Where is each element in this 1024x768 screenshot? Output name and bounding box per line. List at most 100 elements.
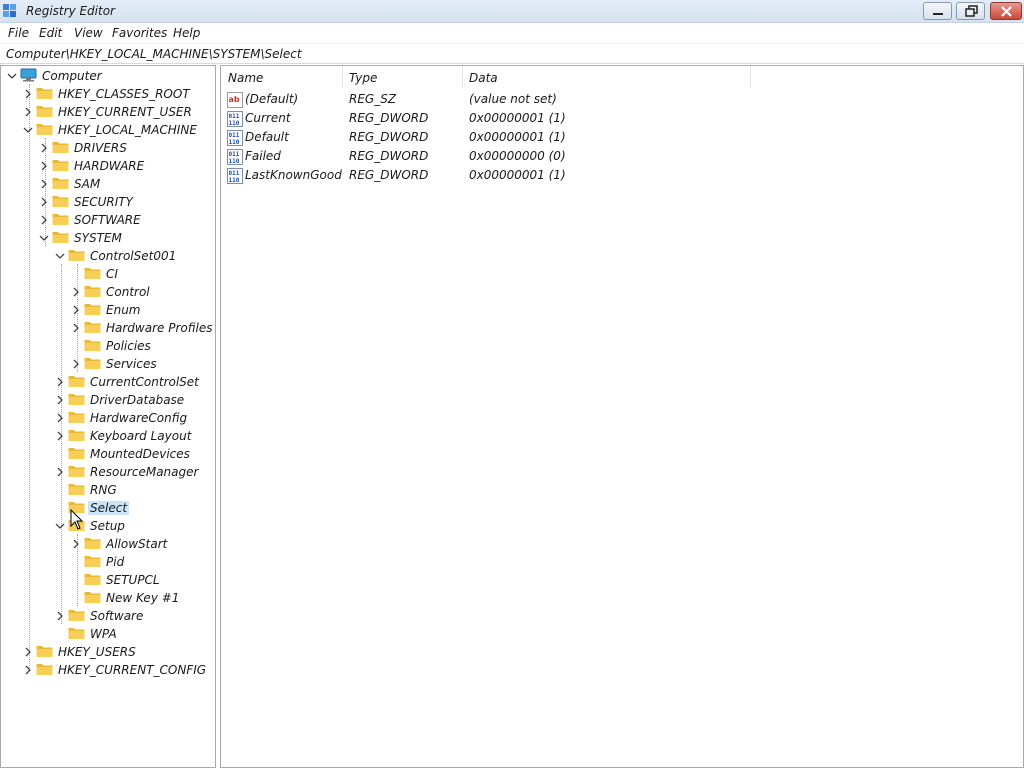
value-row[interactable]: 011 110 LastKnownGood REG_DWORD 0x00000001 (…: [225, 166, 745, 185]
value-row[interactable]: 011 110 Failed REG_DWORD 0x00000000 (0): [225, 147, 745, 166]
minimize-button[interactable]: [923, 2, 952, 20]
folder-icon: [36, 106, 53, 117]
tree-node[interactable]: Keyboard Layout: [1, 427, 215, 445]
tree-node[interactable]: Select: [1, 499, 215, 517]
chevron-right-icon[interactable]: [23, 664, 33, 676]
column-header-name[interactable]: Name: [221, 66, 343, 88]
tree-node[interactable]: SECURITY: [1, 193, 215, 211]
chevron-down-icon[interactable]: [55, 250, 65, 262]
key-tree-pane[interactable]: Computer HKEY_CLASSES_ROOT HKEY_CURRENT_US…: [0, 65, 216, 768]
tree-node-label: DriverDatabase: [90, 393, 185, 407]
tree-node[interactable]: HardwareConfig: [1, 409, 215, 427]
tree-node[interactable]: Setup: [1, 517, 215, 535]
tree-node[interactable]: CI: [1, 265, 215, 283]
folder-icon: [68, 430, 85, 441]
menu-file[interactable]: File: [8, 26, 29, 40]
value-data: 0x00000001 (1): [469, 168, 566, 182]
menu-help[interactable]: Help: [173, 26, 200, 40]
tree-node[interactable]: Control: [1, 283, 215, 301]
tree-node[interactable]: Computer: [1, 67, 215, 85]
chevron-right-icon[interactable]: [39, 196, 49, 208]
tree-node[interactable]: HARDWARE: [1, 157, 215, 175]
values-list-pane[interactable]: Name Type Data ab (Default) REG_SZ (value n…: [220, 65, 1024, 768]
svg-text:011: 011: [229, 113, 240, 120]
restore-button[interactable]: [956, 2, 985, 20]
tree-node[interactable]: ControlSet001: [1, 247, 215, 265]
column-header-type[interactable]: Type: [342, 66, 462, 88]
tree-node[interactable]: DriverDatabase: [1, 391, 215, 409]
chevron-right-icon[interactable]: [39, 142, 49, 154]
chevron-down-icon[interactable]: [23, 124, 33, 136]
svg-text:110: 110: [229, 177, 240, 184]
tree-node[interactable]: ResourceManager: [1, 463, 215, 481]
tree-node[interactable]: RNG: [1, 481, 215, 499]
title-bar[interactable]: Registry Editor: [0, 0, 1024, 23]
address-path[interactable]: Computer\HKEY_LOCAL_MACHINE\SYSTEM\Selec…: [6, 47, 302, 61]
chevron-down-icon[interactable]: [55, 520, 65, 532]
tree-node-label: HKEY_CLASSES_ROOT: [58, 87, 190, 101]
chevron-right-icon[interactable]: [55, 466, 65, 478]
binary-value-icon: 011110: [227, 149, 243, 165]
menu-edit[interactable]: Edit: [39, 26, 62, 40]
tree-node[interactable]: CurrentControlSet: [1, 373, 215, 391]
value-row[interactable]: ab (Default) REG_SZ (value not set): [225, 90, 745, 109]
chevron-right-icon[interactable]: [55, 376, 65, 388]
value-name: Default: [245, 130, 289, 144]
tree-node[interactable]: Policies: [1, 337, 215, 355]
chevron-right-icon[interactable]: [23, 88, 33, 100]
tree-node[interactable]: HKEY_USERS: [1, 643, 215, 661]
folder-icon: [52, 232, 69, 243]
close-button[interactable]: [990, 2, 1022, 20]
tree-node[interactable]: New Key #1: [1, 589, 215, 607]
value-row[interactable]: 011 110 Current REG_DWORD 0x00000001 (1): [225, 109, 745, 128]
tree-node[interactable]: SYSTEM: [1, 229, 215, 247]
chevron-right-icon[interactable]: [71, 304, 81, 316]
tree-node[interactable]: SETUPCL: [1, 571, 215, 589]
binary-value-icon: 011110: [227, 168, 243, 184]
chevron-right-icon[interactable]: [55, 610, 65, 622]
tree-node[interactable]: HKEY_CLASSES_ROOT: [1, 85, 215, 103]
chevron-right-icon[interactable]: [39, 214, 49, 226]
tree-node[interactable]: Hardware Profiles: [1, 319, 215, 337]
tree-node[interactable]: WPA: [1, 625, 215, 643]
tree-node[interactable]: Enum: [1, 301, 215, 319]
tree-node[interactable]: AllowStart: [1, 535, 215, 553]
chevron-right-icon[interactable]: [23, 646, 33, 658]
tree-node[interactable]: DRIVERS: [1, 139, 215, 157]
chevron-right-icon[interactable]: [71, 322, 81, 334]
tree-node[interactable]: HKEY_CURRENT_USER: [1, 103, 215, 121]
address-bar[interactable]: Computer\HKEY_LOCAL_MACHINE\SYSTEM\Selec…: [0, 43, 1024, 64]
value-type: REG_DWORD: [349, 168, 429, 182]
chevron-right-icon[interactable]: [55, 412, 65, 424]
restore-icon: [965, 5, 978, 17]
menu-view[interactable]: View: [74, 26, 103, 40]
tree-node[interactable]: MountedDevices: [1, 445, 215, 463]
chevron-down-icon[interactable]: [39, 232, 49, 244]
chevron-right-icon[interactable]: [55, 430, 65, 442]
tree-node-label: AllowStart: [106, 537, 168, 551]
tree-node[interactable]: Pid: [1, 553, 215, 571]
folder-icon: [84, 304, 101, 315]
chevron-right-icon[interactable]: [71, 538, 81, 550]
tree-node-label: Pid: [106, 555, 125, 569]
tree-node[interactable]: Services: [1, 355, 215, 373]
column-separator[interactable]: [750, 66, 751, 88]
tree-node-label: SOFTWARE: [74, 213, 141, 227]
value-type: REG_DWORD: [349, 149, 429, 163]
chevron-right-icon[interactable]: [71, 358, 81, 370]
tree-node[interactable]: HKEY_LOCAL_MACHINE: [1, 121, 215, 139]
column-header-data[interactable]: Data: [462, 66, 750, 88]
folder-icon: [84, 556, 101, 567]
menu-favorites[interactable]: Favorites: [112, 26, 167, 40]
tree-node[interactable]: SAM: [1, 175, 215, 193]
tree-node[interactable]: SOFTWARE: [1, 211, 215, 229]
chevron-down-icon[interactable]: [7, 70, 17, 82]
tree-node[interactable]: HKEY_CURRENT_CONFIG: [1, 661, 215, 679]
tree-node[interactable]: Software: [1, 607, 215, 625]
chevron-right-icon[interactable]: [39, 178, 49, 190]
value-row[interactable]: 011 110 Default REG_DWORD 0x00000001 (1): [225, 128, 745, 147]
chevron-right-icon[interactable]: [55, 394, 65, 406]
chevron-right-icon[interactable]: [39, 160, 49, 172]
chevron-right-icon[interactable]: [71, 286, 81, 298]
chevron-right-icon[interactable]: [23, 106, 33, 118]
